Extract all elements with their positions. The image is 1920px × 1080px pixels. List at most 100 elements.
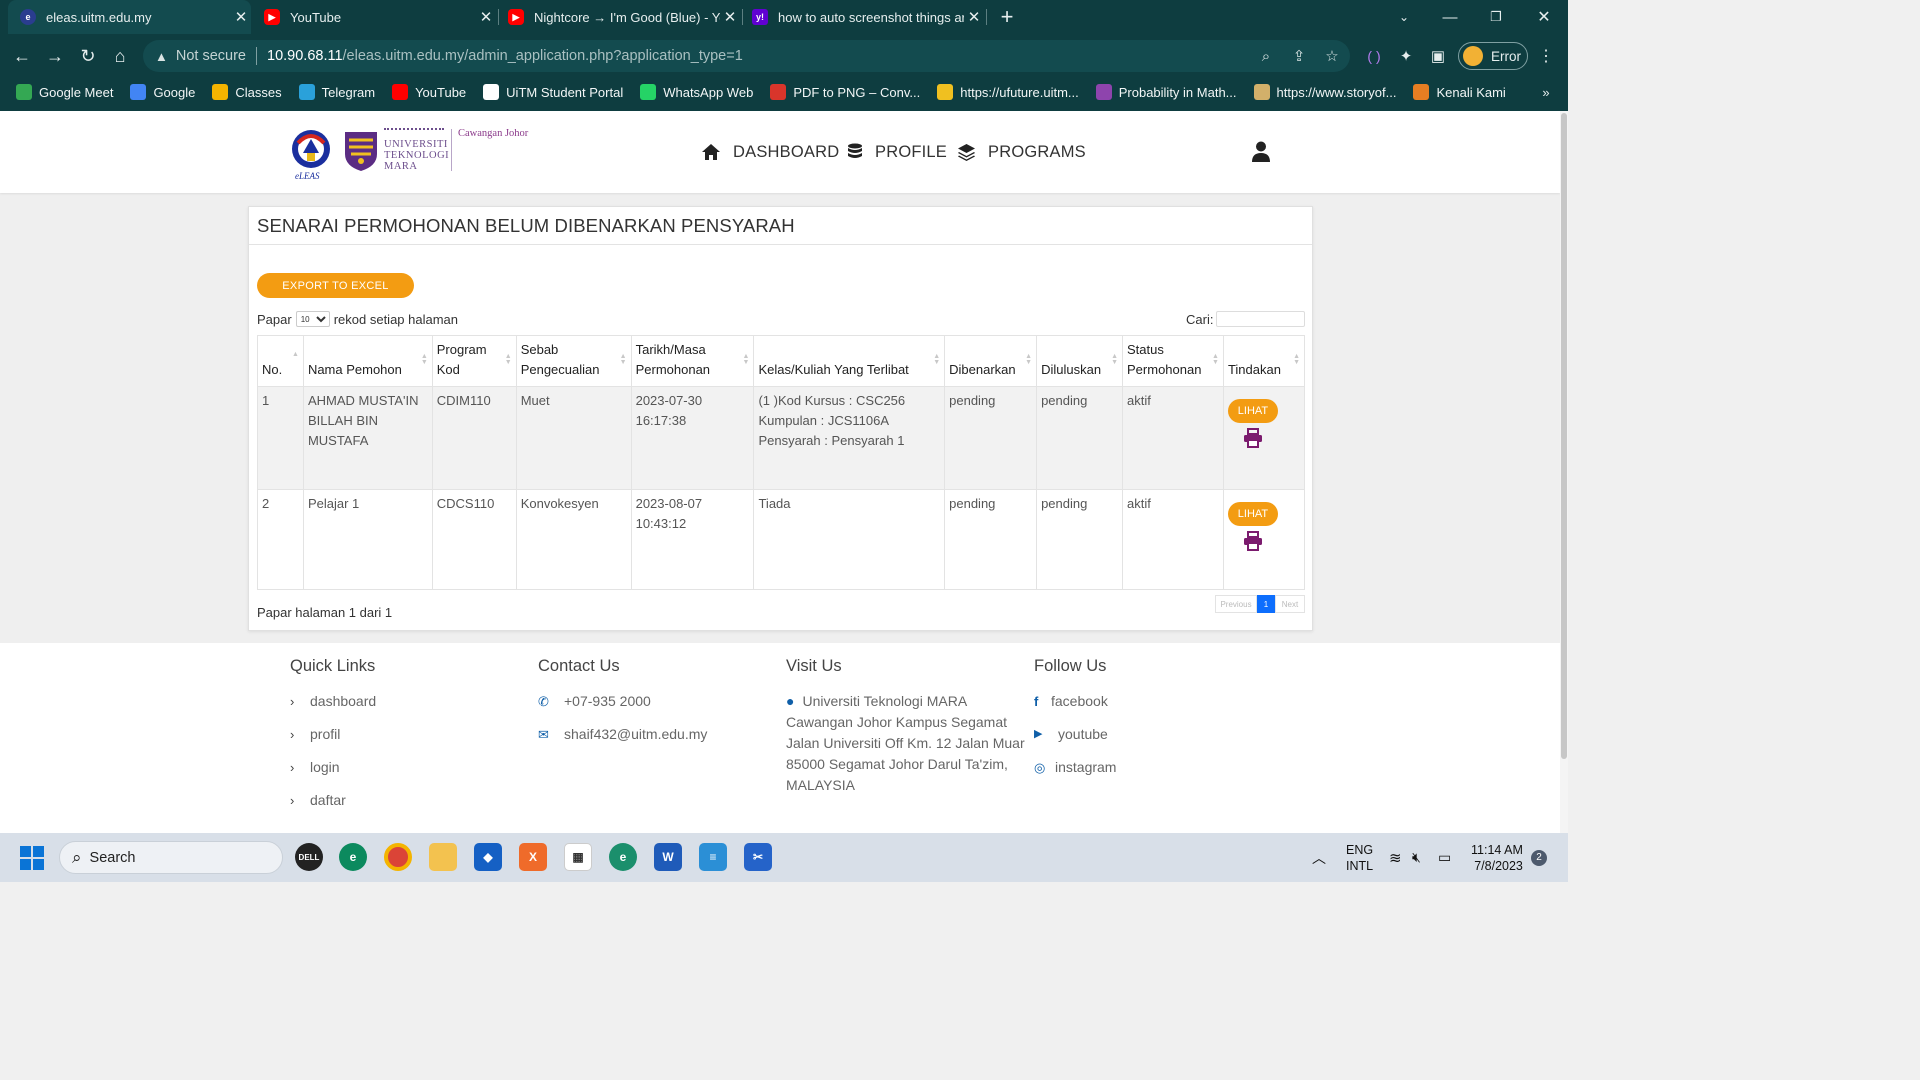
edge-icon[interactable]: e — [339, 843, 367, 871]
defender-shield-icon[interactable]: ◆ — [474, 843, 502, 871]
bookmark-item[interactable]: https://ufuture.uitm... — [937, 84, 1079, 100]
tab-eleas[interactable]: e eleas.uitm.edu.my ✕ — [8, 0, 251, 34]
column-header[interactable]: Tarikh/Masa Permohonan ▲ ▼ — [630, 335, 755, 387]
close-icon[interactable]: ✕ — [231, 8, 251, 26]
file-explorer-icon[interactable] — [429, 843, 457, 871]
footer-link-profil[interactable]: › profil — [290, 724, 376, 745]
bookmark-item[interactable]: Telegram — [298, 84, 375, 100]
scrollbar-thumb[interactable] — [1561, 113, 1567, 759]
taskbar-search[interactable]: ⌕ Search — [59, 841, 283, 874]
menu-dots-icon[interactable]: ⋮ — [1532, 42, 1560, 70]
volume-muted-icon[interactable]: 🔇︎ — [1412, 833, 1421, 882]
bookmark-item[interactable]: PDF to PNG – Conv... — [770, 84, 920, 100]
nav-programs[interactable]: PROGRAMS — [957, 141, 1086, 163]
bookmark-item[interactable]: Classes — [212, 84, 282, 100]
profile-error-button[interactable]: Error — [1458, 42, 1528, 70]
share-icon[interactable]: ⇪ — [1284, 40, 1314, 72]
reload-icon[interactable]: ↻ — [74, 42, 102, 70]
column-header[interactable]: Program Kod ▲ ▼ — [431, 335, 517, 387]
lihat-button[interactable]: LIHAT — [1227, 399, 1278, 423]
column-header[interactable]: Kelas/Kuliah Yang Terlibat ▲ ▼ — [753, 335, 946, 387]
printer-icon[interactable] — [1243, 531, 1263, 551]
tab-search-chevron-icon[interactable]: ⌄ — [1381, 0, 1427, 34]
column-header[interactable]: Diluluskan ▲ ▼ — [1036, 335, 1124, 387]
bookmark-label: https://ufuture.uitm... — [960, 84, 1079, 100]
notepad-icon[interactable]: ≡ — [699, 843, 727, 871]
tab-nightcore[interactable]: ▶ Nightcore → I'm Good (Blue) - Yo ✕ — [500, 0, 740, 34]
dell-icon[interactable]: DELL — [295, 843, 323, 871]
edge-dev-icon[interactable]: e — [609, 843, 637, 871]
footer-link-login[interactable]: › login — [290, 757, 376, 778]
back-arrow-icon[interactable]: ← — [8, 42, 36, 70]
bookmark-item[interactable]: UiTM Student Portal — [483, 84, 623, 100]
bookmark-item[interactable]: WhatsApp Web — [640, 84, 753, 100]
clock[interactable]: 11:14 AM 7/8/2023 — [1471, 833, 1523, 882]
bookmark-item[interactable]: Google — [130, 84, 195, 100]
bookmark-star-icon[interactable]: ☆ — [1317, 40, 1347, 72]
minimize-icon[interactable]: — — [1427, 0, 1473, 34]
puzzle-extensions-icon[interactable]: ✦ — [1392, 42, 1420, 70]
contact-phone[interactable]: ✆ +07-935 2000 — [538, 691, 707, 712]
social-instagram[interactable]: ◎ instagram — [1034, 757, 1116, 778]
not-secure-label[interactable]: Not secure — [176, 48, 246, 64]
url-text[interactable]: 10.90.68.11/eleas.uitm.edu.my/admin_appl… — [267, 48, 743, 64]
zoom-icon[interactable]: ⌕ — [1251, 40, 1281, 72]
close-icon[interactable]: ✕ — [964, 8, 984, 26]
social-youtube[interactable]: ▶ youtube — [1034, 724, 1116, 745]
home-nav-icon[interactable]: ⌂ — [106, 42, 134, 70]
address-text: Universiti Teknologi MARA Cawangan Johor… — [786, 693, 1025, 793]
column-header[interactable]: Nama Pemohon ▲ ▼ — [302, 335, 433, 387]
bookmark-item[interactable]: Google Meet — [16, 84, 113, 100]
bookmark-favicon-icon — [1253, 84, 1270, 100]
sort-icon: ▲ ▼ — [1025, 353, 1033, 366]
column-header[interactable]: Tindakan ▲ ▼ — [1222, 335, 1306, 387]
column-header[interactable]: Dibenarkan ▲ ▼ — [944, 335, 1038, 387]
page-length-select[interactable]: 10 — [295, 311, 330, 327]
language-indicator[interactable]: ENG INTL — [1346, 833, 1373, 882]
tray-overflow-chevron-icon[interactable]: ︿ — [1312, 833, 1326, 882]
bookmark-item[interactable]: YouTube — [392, 84, 466, 100]
side-panel-icon[interactable]: ▣ — [1424, 42, 1452, 70]
next-page-button[interactable]: Next — [1275, 595, 1305, 613]
social-facebook[interactable]: f facebook — [1034, 691, 1116, 712]
footer-link-daftar[interactable]: › daftar — [290, 790, 376, 811]
column-header[interactable]: Status Permohonan ▲ ▼ — [1122, 335, 1224, 387]
bookmark-item[interactable]: Probability in Math... — [1095, 84, 1237, 100]
new-tab-plus-icon[interactable]: + — [990, 0, 1024, 34]
bookmark-item[interactable]: Kenali Kami — [1413, 84, 1506, 100]
contact-email[interactable]: ✉ shaif432@uitm.edu.my — [538, 724, 707, 745]
address-bar[interactable]: ▲ Not secure 10.90.68.11/eleas.uitm.edu.… — [143, 40, 1350, 72]
snipping-tool-icon[interactable]: ✂ — [744, 843, 772, 871]
jawi-script-mark — [384, 128, 444, 138]
restore-icon[interactable]: ❐ — [1473, 0, 1519, 34]
store-icon[interactable]: ▦ — [564, 843, 592, 871]
footer-link-dashboard[interactable]: › dashboard — [290, 691, 376, 712]
close-icon[interactable]: ✕ — [476, 8, 496, 26]
close-icon[interactable]: ✕ — [720, 8, 740, 26]
extension-icon[interactable]: ( ) — [1360, 42, 1388, 70]
nav-dashboard[interactable]: DASHBOARD — [701, 141, 839, 163]
user-icon[interactable] — [1252, 141, 1270, 163]
wifi-icon[interactable]: ≋ — [1389, 833, 1402, 882]
xampp-icon[interactable]: X — [519, 843, 547, 871]
search-input[interactable] — [1216, 311, 1306, 327]
nav-profile[interactable]: PROFILE — [847, 141, 947, 163]
window-close-icon[interactable]: ✕ — [1521, 0, 1567, 34]
bookmark-item[interactable]: https://www.storyof... — [1253, 84, 1396, 100]
windows-start-icon[interactable] — [20, 846, 44, 870]
tab-yahoo[interactable]: y! how to auto screenshot things ar ✕ — [744, 0, 984, 34]
battery-icon[interactable]: ▭ — [1438, 833, 1451, 882]
forward-arrow-icon[interactable]: → — [41, 42, 69, 70]
chrome-icon[interactable] — [384, 843, 412, 871]
page-1-button[interactable]: 1 — [1257, 595, 1275, 613]
tab-youtube[interactable]: ▶ YouTube ✕ — [256, 0, 496, 34]
printer-icon[interactable] — [1243, 428, 1263, 448]
lihat-button[interactable]: LIHAT — [1227, 502, 1278, 526]
notification-badge[interactable]: 2 — [1531, 833, 1547, 882]
word-icon[interactable]: W — [654, 843, 682, 871]
column-header[interactable]: No. ▲ — [257, 335, 304, 387]
column-header[interactable]: Sebab Pengecualian ▲ ▼ — [515, 335, 632, 387]
export-excel-button[interactable]: EXPORT TO EXCEL — [257, 273, 414, 298]
more-bookmarks-chevron-icon[interactable]: » — [1532, 78, 1560, 106]
previous-page-button[interactable]: Previous — [1215, 595, 1257, 613]
